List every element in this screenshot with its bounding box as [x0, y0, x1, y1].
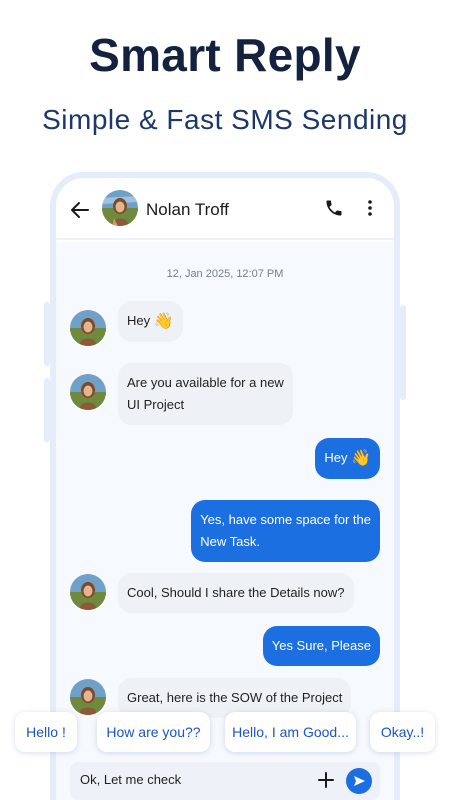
smart-reply-chip[interactable]: Hello ! [15, 712, 77, 752]
waving-hand-emoji: 👋 [351, 450, 371, 467]
sender-avatar [70, 574, 106, 610]
message-bubble-outgoing[interactable]: Yes, have some space for the New Task. [191, 500, 380, 562]
message-text-line: Yes, have some space for the [200, 512, 371, 527]
message-text: Great, here is the SOW of the Project [127, 690, 343, 705]
message-text: Hey [324, 450, 348, 465]
hero-subtitle: Simple & Fast SMS Sending [42, 104, 408, 135]
message-input[interactable]: Ok, Let me check [80, 772, 181, 787]
hero-title: Smart Reply [89, 29, 361, 81]
message-bubble-outgoing[interactable]: Yes Sure, Please [262, 626, 380, 666]
plus-icon[interactable] [316, 770, 336, 790]
phone-frame: Nolan Troff 12, Jan 2025, 12:07 PM Hey 👋 [50, 172, 400, 800]
smart-reply-chip[interactable]: Hello, I am Good... [225, 712, 356, 752]
sender-avatar [70, 310, 106, 346]
phone-side-button-power [400, 305, 406, 400]
message-text-line: New Task. [200, 534, 260, 549]
phone-icon[interactable] [324, 198, 344, 218]
smart-reply-chip[interactable]: How are you?? [97, 712, 210, 752]
message-text: Hey [127, 313, 151, 328]
sender-avatar [70, 374, 106, 410]
message-text: Yes Sure, Please [271, 638, 371, 653]
waving-hand-emoji: 👋 [153, 313, 174, 330]
message-bubble-incoming[interactable]: Cool, Should I share the Details now? [118, 573, 354, 613]
message-timestamp: 12, Jan 2025, 12:07 PM [166, 268, 284, 280]
send-button[interactable] [346, 768, 372, 794]
message-bubble-incoming[interactable]: Hey 👋 [118, 301, 183, 342]
message-bubble-incoming[interactable]: Are you available for a new UI Project [118, 363, 293, 425]
more-vertical-icon[interactable] [360, 198, 380, 218]
message-text-line: Are you available for a new [127, 375, 284, 390]
contact-name[interactable]: Nolan Troff [146, 200, 229, 220]
smart-reply-chip[interactable]: Okay..! [370, 712, 435, 752]
message-bubble-outgoing[interactable]: Hey 👋 [315, 438, 380, 479]
send-icon [354, 776, 365, 786]
chat-header: Nolan Troff [56, 178, 394, 240]
message-text: Cool, Should I share the Details now? [127, 585, 345, 600]
message-text-line: UI Project [127, 397, 185, 412]
sender-avatar [70, 679, 106, 715]
contact-avatar[interactable] [102, 190, 138, 226]
back-arrow-icon[interactable] [68, 198, 92, 222]
message-composer: Ok, Let me check [70, 762, 380, 800]
